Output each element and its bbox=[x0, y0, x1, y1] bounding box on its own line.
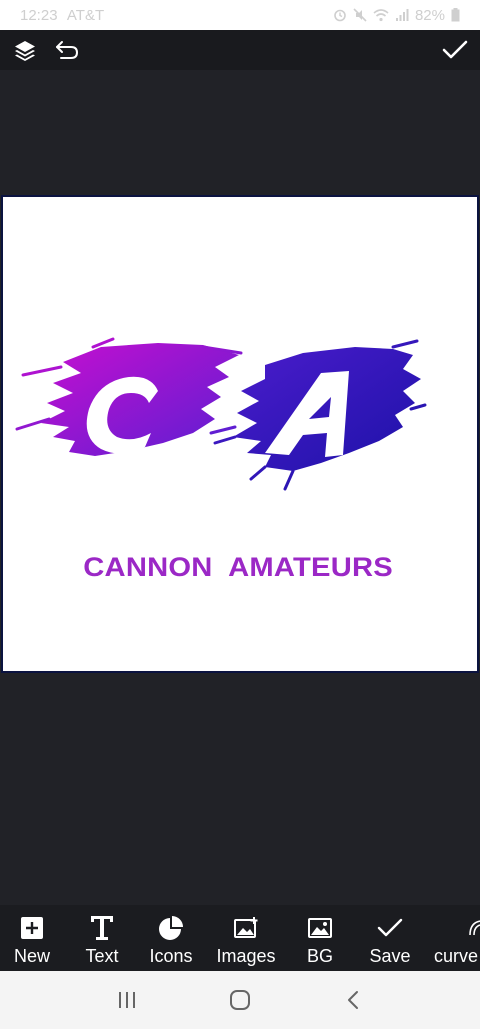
tool-text[interactable]: Text bbox=[82, 915, 122, 967]
brand-text[interactable]: CANNON AMATEURS bbox=[50, 527, 393, 608]
tool-curve-label: curve bbox=[434, 946, 479, 966]
signal-icon bbox=[395, 9, 409, 21]
alarm-icon bbox=[334, 9, 346, 22]
tool-save[interactable]: Save bbox=[368, 915, 412, 967]
status-carrier: AT&T bbox=[66, 6, 105, 24]
tool-text-label: Text bbox=[85, 946, 119, 966]
status-right: 82% bbox=[333, 7, 460, 24]
check-icon bbox=[376, 915, 404, 941]
plus-square-icon bbox=[20, 915, 44, 941]
tool-new[interactable]: New bbox=[12, 915, 52, 967]
mute-icon bbox=[353, 8, 367, 22]
status-time: 12:23 bbox=[20, 6, 58, 24]
tool-icons[interactable]: Icons bbox=[146, 915, 196, 967]
home-button[interactable] bbox=[220, 980, 260, 1020]
status-left: 12:23 AT&T bbox=[20, 7, 104, 24]
bottom-toolbar: New Text Icons Images BG Save curve bbox=[0, 905, 480, 971]
design-canvas[interactable]: CANNON AMATEURS bbox=[1, 195, 479, 673]
layers-button[interactable] bbox=[8, 33, 42, 67]
wifi-icon bbox=[373, 9, 389, 22]
text-t-icon bbox=[90, 915, 114, 941]
recents-button[interactable] bbox=[107, 980, 147, 1020]
status-bar: 12:23 AT&T 82% bbox=[0, 0, 480, 30]
tool-new-label: New bbox=[13, 946, 50, 966]
confirm-button[interactable] bbox=[438, 33, 472, 67]
back-button[interactable] bbox=[333, 980, 373, 1020]
brand-space bbox=[213, 552, 229, 582]
curve-icon bbox=[434, 915, 480, 941]
back-icon bbox=[348, 991, 359, 1009]
tool-bg[interactable]: BG bbox=[300, 915, 340, 967]
image-icon bbox=[307, 915, 333, 941]
pie-icon bbox=[158, 915, 184, 941]
check-icon bbox=[442, 40, 468, 59]
tool-images-label: Images bbox=[216, 946, 276, 966]
tool-bg-label: BG bbox=[306, 946, 333, 966]
tool-images[interactable]: Images bbox=[214, 915, 278, 967]
undo-icon bbox=[56, 41, 79, 59]
recents-icon bbox=[118, 992, 135, 1008]
battery-icon bbox=[451, 8, 460, 22]
brush-stroke-c bbox=[15, 337, 243, 456]
image-add-icon bbox=[233, 915, 259, 941]
system-nav-bar bbox=[0, 971, 480, 1029]
brand-word-cannon: CANNON bbox=[83, 552, 213, 582]
home-icon bbox=[229, 990, 250, 1010]
tool-icons-label: Icons bbox=[149, 946, 193, 966]
top-toolbar bbox=[0, 30, 480, 70]
tool-curve[interactable]: curve bbox=[434, 915, 480, 967]
battery-percent: 82% bbox=[414, 6, 445, 24]
brand-word-amateurs: AMATEURS bbox=[228, 552, 393, 582]
undo-button[interactable] bbox=[50, 33, 84, 67]
tool-save-label: Save bbox=[369, 946, 411, 966]
layers-icon bbox=[15, 41, 35, 61]
brush-stroke-a bbox=[213, 339, 427, 491]
